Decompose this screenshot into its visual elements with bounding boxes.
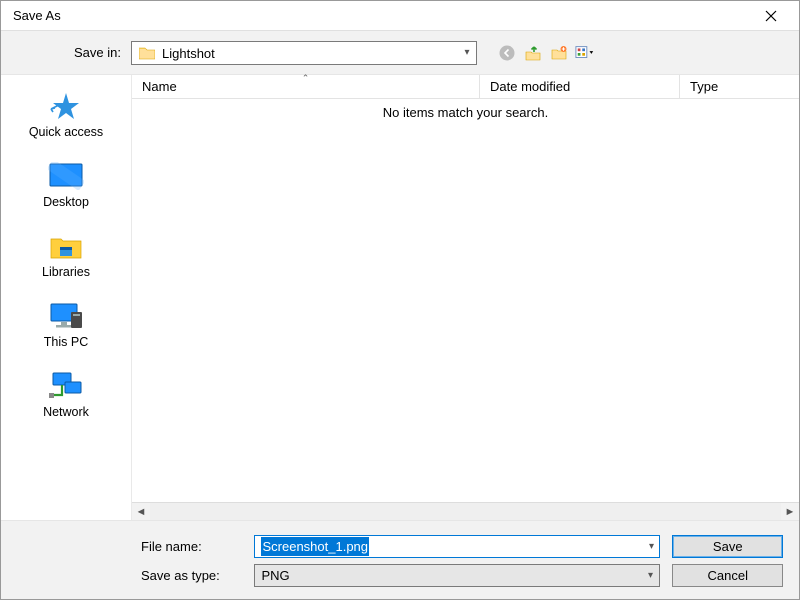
close-icon xyxy=(765,10,777,22)
new-folder-icon[interactable] xyxy=(549,43,569,63)
title-bar: Save As xyxy=(1,1,799,31)
column-date-label: Date modified xyxy=(490,79,570,94)
column-headers: Name ⌃ Date modified Type xyxy=(132,75,799,99)
save-as-type-label: Save as type: xyxy=(1,568,254,583)
save-button[interactable]: Save xyxy=(672,535,783,558)
body: Quick access Desktop Libraries This PC xyxy=(1,75,799,520)
column-type[interactable]: Type xyxy=(680,75,799,98)
dialog-title: Save As xyxy=(9,8,61,23)
save-in-value: Lightshot xyxy=(162,45,458,61)
place-quick-access[interactable]: Quick access xyxy=(1,83,131,145)
quick-access-icon xyxy=(46,89,86,123)
chevron-down-icon[interactable]: ▾ xyxy=(458,42,476,64)
column-date-modified[interactable]: Date modified xyxy=(480,75,680,98)
bottom-panel: File name: Screenshot_1.png ▾ Save Save … xyxy=(1,520,799,599)
place-this-pc[interactable]: This PC xyxy=(1,293,131,355)
back-icon[interactable] xyxy=(497,43,517,63)
folder-icon xyxy=(138,44,156,62)
close-button[interactable] xyxy=(751,1,791,30)
horizontal-scrollbar[interactable]: ◄ ► xyxy=(132,502,799,520)
place-label: Network xyxy=(43,405,89,419)
chevron-down-icon[interactable]: ▾ xyxy=(641,565,659,586)
file-name-value: Screenshot_1.png xyxy=(261,537,369,556)
empty-message: No items match your search. xyxy=(132,105,799,120)
save-as-dialog: Save As Save in: Lightshot ▾ xyxy=(0,0,800,600)
place-desktop[interactable]: Desktop xyxy=(1,153,131,215)
scroll-track[interactable] xyxy=(150,503,781,520)
view-menu-icon[interactable] xyxy=(575,43,595,63)
file-list-area: Name ⌃ Date modified Type No items match… xyxy=(131,75,799,520)
scroll-right-icon[interactable]: ► xyxy=(781,506,799,518)
column-type-label: Type xyxy=(690,79,718,94)
scroll-left-icon[interactable]: ◄ xyxy=(132,506,150,518)
save-as-type-value: PNG xyxy=(261,568,289,583)
save-as-type-select[interactable]: PNG ▾ xyxy=(254,564,660,587)
toolbar-icons xyxy=(497,43,595,63)
place-label: Quick access xyxy=(29,125,103,139)
chevron-down-icon[interactable]: ▾ xyxy=(642,535,660,558)
network-icon xyxy=(46,369,86,403)
place-libraries[interactable]: Libraries xyxy=(1,223,131,285)
cancel-button-label: Cancel xyxy=(708,568,748,583)
file-name-label: File name: xyxy=(1,539,254,554)
file-list-body[interactable]: No items match your search. xyxy=(132,99,799,502)
column-name-label: Name xyxy=(142,79,177,94)
desktop-icon xyxy=(46,159,86,193)
save-in-row: Save in: Lightshot ▾ xyxy=(1,31,799,75)
places-bar: Quick access Desktop Libraries This PC xyxy=(1,75,131,520)
place-network[interactable]: Network xyxy=(1,363,131,425)
column-name[interactable]: Name ⌃ xyxy=(132,75,480,98)
this-pc-icon xyxy=(46,299,86,333)
sort-caret-icon: ⌃ xyxy=(302,73,310,84)
save-button-label: Save xyxy=(713,539,743,554)
libraries-icon xyxy=(46,229,86,263)
file-name-input[interactable]: Screenshot_1.png ▾ xyxy=(254,535,660,558)
up-one-level-icon[interactable] xyxy=(523,43,543,63)
place-label: Libraries xyxy=(42,265,90,279)
save-in-combo[interactable]: Lightshot ▾ xyxy=(131,41,477,65)
place-label: Desktop xyxy=(43,195,89,209)
cancel-button[interactable]: Cancel xyxy=(672,564,783,587)
save-in-label: Save in: xyxy=(1,45,131,60)
place-label: This PC xyxy=(44,335,88,349)
